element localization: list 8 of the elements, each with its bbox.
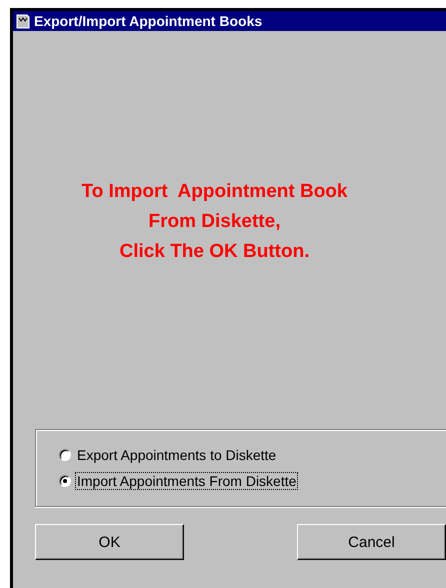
instruction-line: Click The OK Button. bbox=[120, 241, 310, 263]
radio-label[interactable]: Export Appointments to Diskette bbox=[75, 446, 278, 464]
instruction-line: From Diskette, bbox=[148, 211, 280, 233]
cancel-button[interactable]: Cancel bbox=[297, 524, 446, 560]
instruction-line: To Import Appointment Book bbox=[82, 181, 348, 203]
radio-label[interactable]: Import Appointments From Diskette bbox=[75, 472, 298, 490]
ok-button[interactable]: OK bbox=[35, 524, 184, 560]
window-title: Export/Import Appointment Books bbox=[34, 13, 262, 29]
